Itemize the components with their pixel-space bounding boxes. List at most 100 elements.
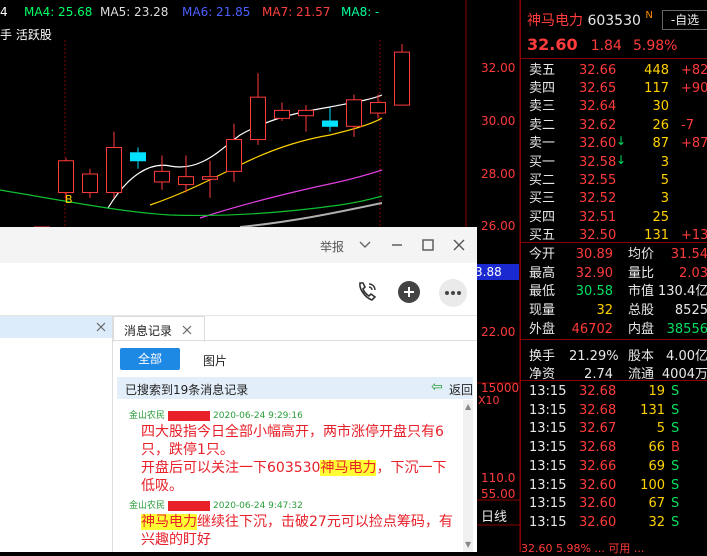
- back-arrow-icon[interactable]: ⇦: [431, 379, 443, 395]
- message-history-pane: 消息记录 全部 图片 已搜索到19条消息记录 ⇦ 返回 ▲ ▼ 金山农民 2020…: [113, 316, 477, 552]
- ask-level-label: 卖一: [529, 135, 556, 151]
- daily-period-tab[interactable]: 日线: [481, 506, 507, 525]
- stat-row: 最高 32.90 量比 2.03: [521, 265, 707, 283]
- chevron-down-icon[interactable]: [358, 240, 372, 250]
- ask-level-label: 卖四: [529, 81, 556, 97]
- tick-side: S: [671, 496, 680, 512]
- bid-volume: 3: [660, 155, 669, 170]
- indicator-label-55: 55.00: [481, 487, 516, 501]
- tick-price: 32.60: [579, 477, 617, 493]
- filter-all-button[interactable]: 全部: [120, 348, 180, 370]
- close-icon[interactable]: [452, 238, 466, 252]
- message-time: 2020-06-24 9:29:16: [213, 411, 303, 421]
- volume-unit: X10: [478, 394, 500, 407]
- bid-volume: 5: [660, 173, 669, 189]
- stat-row: 换手 21.29% 股本 4.00亿: [521, 348, 707, 366]
- stat-label: 最高: [529, 265, 556, 281]
- tick-row: 13:15 32.68 66 B: [521, 439, 707, 457]
- tick-row: 13:15 32.68 19 S: [521, 383, 707, 401]
- tick-volume: 67: [648, 496, 665, 512]
- bid-price: 32.58: [579, 155, 617, 170]
- stat-label: 总股: [628, 303, 655, 319]
- bid-volume: 25: [652, 209, 669, 225]
- volume-label: 15000: [481, 381, 520, 395]
- title-bar: [0, 227, 477, 263]
- bid-row[interactable]: 买三 32.52 3: [521, 190, 707, 208]
- price-label-22: 22.00: [481, 325, 516, 339]
- ask-volume: 26: [652, 117, 669, 133]
- stat-value: 2.74: [584, 367, 613, 383]
- stat-value: 21.29%: [569, 348, 619, 364]
- ask-row[interactable]: 卖一 32.60 87 +87: [521, 135, 707, 153]
- stock-title: 神马电力 603530 N: [527, 10, 653, 30]
- tick-price: 32.68: [579, 402, 617, 418]
- ask-price: 32.60: [579, 135, 617, 151]
- report-link[interactable]: 举报: [320, 238, 344, 255]
- bid-price: 32.55: [579, 173, 617, 189]
- more-options-icon[interactable]: [439, 279, 467, 307]
- stat-label: 均价: [628, 247, 655, 262]
- ask-row[interactable]: 卖四 32.65 117 +90: [521, 80, 707, 98]
- stat-value: 130.4亿: [658, 284, 707, 300]
- ask-price: 32.62: [579, 117, 617, 133]
- tick-price: 32.60: [579, 496, 617, 512]
- search-result-text: 已搜索到19条消息记录: [125, 383, 249, 397]
- back-link[interactable]: 返回: [449, 381, 473, 398]
- tick-price: 32.68: [579, 384, 617, 399]
- scrollbar[interactable]: ▲ ▼: [463, 400, 473, 552]
- maximize-icon[interactable]: [421, 238, 435, 252]
- tab-message-history[interactable]: 消息记录: [113, 316, 205, 342]
- ask-level-label: 卖五: [529, 63, 556, 78]
- ask-delta: +87: [681, 135, 707, 151]
- tick-price: 32.67: [579, 421, 617, 437]
- add-member-icon[interactable]: [398, 281, 420, 303]
- left-tab-close-icon[interactable]: [95, 321, 107, 333]
- ask-row[interactable]: 卖五 32.66 448 +82: [521, 62, 707, 80]
- candle-body: [394, 51, 410, 106]
- chat-left-pane: [0, 316, 113, 552]
- price-label-28: 28.00: [481, 167, 516, 181]
- stat-label: 内盘: [628, 321, 655, 337]
- ask-volume: 87: [652, 135, 669, 151]
- tick-time: 13:15: [529, 458, 567, 474]
- stat-label: 外盘: [529, 321, 556, 337]
- bid-price: 32.52: [579, 191, 617, 207]
- bottom-status-bar: 32.60 5.98% ... 可用 ...: [521, 542, 645, 555]
- candle-body: [178, 176, 194, 186]
- ask-row[interactable]: 卖二 32.62 26 -7: [521, 117, 707, 135]
- tick-volume: 131: [640, 402, 665, 418]
- ask-volume: 448: [644, 63, 669, 78]
- candle-body: [106, 147, 122, 194]
- tick-volume: 5: [656, 421, 665, 437]
- current-price-tag: 3.88: [475, 264, 519, 280]
- bid-row[interactable]: 买四 32.51 25: [521, 209, 707, 227]
- stat-row: 现量 32 总股 8525: [521, 302, 707, 320]
- message-segment: 开盘后可以关注一下603530: [141, 460, 321, 476]
- price-label-30: 30.00: [481, 114, 516, 128]
- message-item: 金山农民 2020-06-24 9:29:16 四大股指今日全部小幅高开，两市涨停…: [129, 408, 459, 495]
- bid-row[interactable]: 买一 32.58 3: [521, 154, 707, 172]
- stock-name: 神马电力: [527, 13, 583, 29]
- chat-window: 举报 消息记录 全部 图片 已搜索到19条消息记录 ⇦ 返回 ▲ ▼ 金山农民 …: [0, 227, 477, 552]
- candle-body: [154, 170, 170, 183]
- add-favorite-button[interactable]: -自选: [662, 10, 707, 30]
- filter-pictures-button[interactable]: 图片: [203, 352, 227, 369]
- candle-body: [130, 152, 146, 162]
- stat-row: 外盘 46702 内盘 38556: [521, 321, 707, 339]
- stat-label: 流通: [628, 367, 655, 383]
- ask-price: 32.64: [579, 99, 617, 115]
- stat-label: 现量: [529, 303, 556, 319]
- stat-label: 股本: [628, 348, 655, 364]
- stat-label: 换手: [529, 348, 556, 364]
- candle-body: [370, 101, 386, 114]
- tab-close-icon[interactable]: [182, 325, 192, 335]
- minimize-icon[interactable]: [390, 239, 404, 251]
- candle-body: [298, 109, 314, 117]
- phone-call-icon[interactable]: [355, 280, 379, 304]
- stat-value: 30.89: [575, 247, 613, 262]
- bid-row[interactable]: 买二 32.55 5: [521, 172, 707, 190]
- bid-level-label: 买四: [529, 209, 556, 225]
- tick-time: 13:15: [529, 514, 567, 530]
- ask-row[interactable]: 卖三 32.64 30: [521, 98, 707, 116]
- message-time: 2020-06-24 9:47:32: [213, 501, 303, 511]
